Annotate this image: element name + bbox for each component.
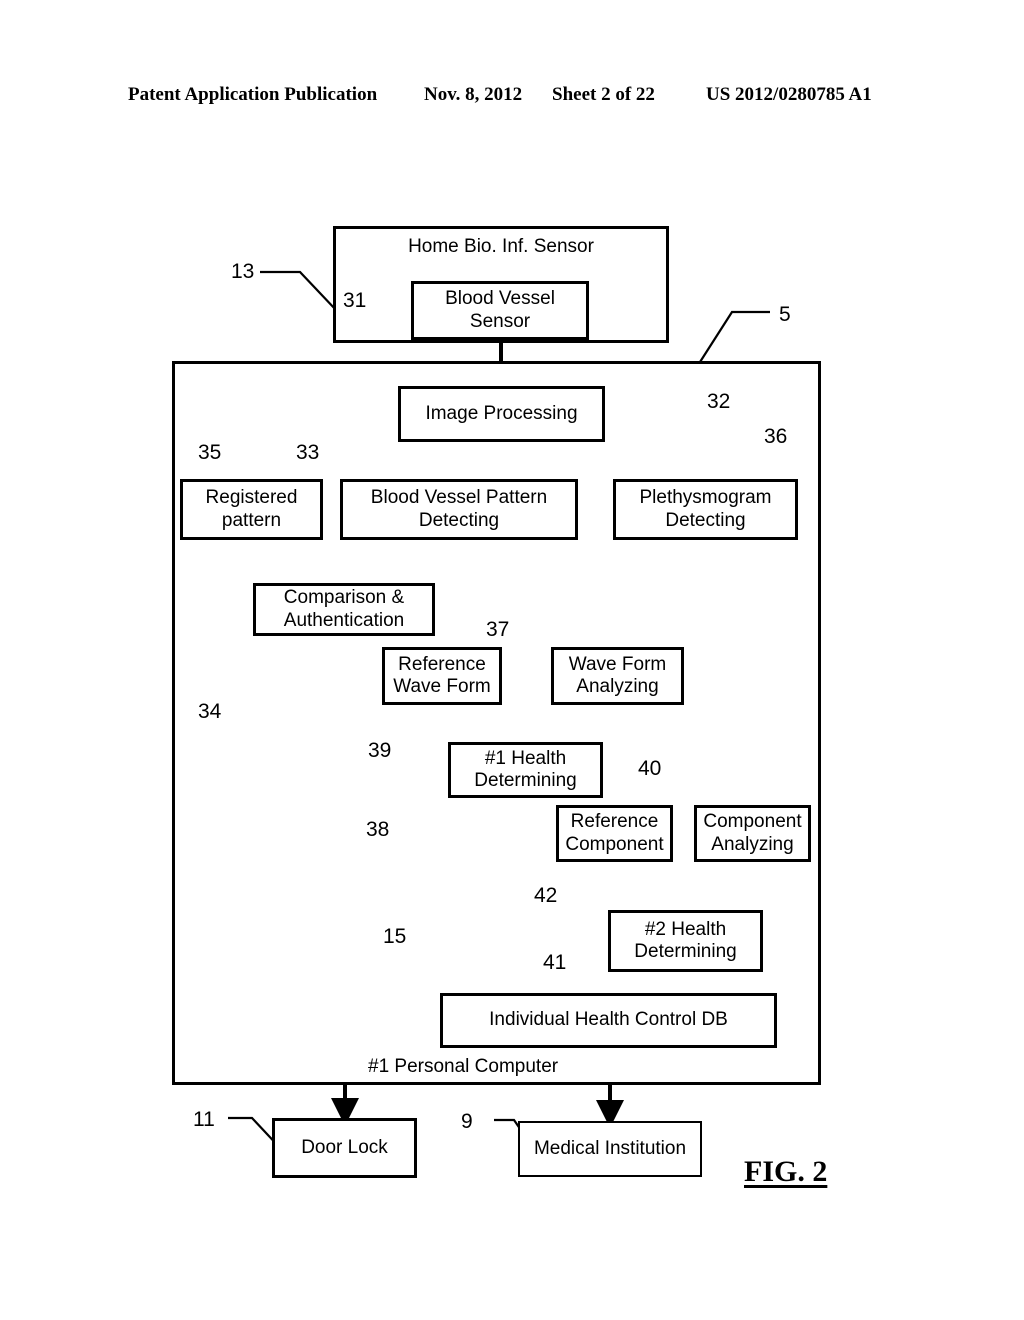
ref-numeral-37: 37 [486,618,510,641]
health-determining-1-label: #1 Health Determining [474,747,577,791]
health-determining-2-box[interactable]: #2 Health Determining [608,910,763,972]
personal-computer-box [172,361,821,1085]
ref-numeral-36: 36 [764,425,788,448]
image-processing-box[interactable]: Image Processing [398,386,605,442]
ref-numeral-38: 38 [366,818,390,841]
blood-vessel-sensor-label: Blood Vessel Sensor [445,288,555,332]
door-lock-box[interactable]: Door Lock [272,1118,417,1178]
ref-numeral-13: 13 [231,260,255,283]
reference-wave-form-box[interactable]: Reference Wave Form [382,647,502,705]
reference-component-box[interactable]: Reference Component [556,805,673,862]
health-determining-2-label: #2 Health Determining [634,918,737,962]
ref-numeral-39: 39 [368,739,392,762]
ref-numeral-40: 40 [638,757,662,780]
blood-vessel-pattern-detecting-label: Blood Vessel Pattern Detecting [370,487,548,531]
blood-vessel-sensor-box[interactable]: Blood Vessel Sensor [411,281,589,340]
ref-numeral-31: 31 [343,289,367,312]
wave-form-analyzing-label: Wave Form Analyzing [568,653,667,697]
ref-numeral-32: 32 [707,390,731,413]
medical-institution-label: Medical Institution [533,1137,687,1159]
registered-pattern-label: Registered pattern [205,487,298,531]
figure-2-diagram: Home Bio. Inf. Sensor Blood Vessel Senso… [0,0,1024,1320]
door-lock-label: Door Lock [301,1136,388,1158]
registered-pattern-box[interactable]: Registered pattern [180,479,323,540]
ref-numeral-9: 9 [461,1110,473,1133]
reference-wave-form-label: Reference Wave Form [393,653,491,697]
medical-institution-box[interactable]: Medical Institution [518,1121,702,1177]
ref-numeral-42: 42 [534,884,558,907]
home-bio-inf-sensor-title: Home Bio. Inf. Sensor [408,236,594,257]
reference-component-label: Reference Component [565,811,664,855]
wave-form-analyzing-box[interactable]: Wave Form Analyzing [551,647,684,705]
plethysmogram-detecting-box[interactable]: Plethysmogram Detecting [613,479,798,540]
ref-numeral-5: 5 [779,303,791,326]
personal-computer-title: #1 Personal Computer [368,1056,559,1077]
image-processing-label: Image Processing [425,402,578,424]
individual-health-control-db-box[interactable]: Individual Health Control DB [440,993,777,1048]
individual-health-control-db-label: Individual Health Control DB [489,1009,728,1031]
ref-numeral-11: 11 [193,1108,215,1131]
comparison-authentication-label: Comparison & Authentication [283,587,405,631]
ref-numeral-15: 15 [383,925,407,948]
component-analyzing-label: Component Analyzing [703,811,802,855]
ref-numeral-35: 35 [198,441,222,464]
ref-numeral-41: 41 [543,951,567,974]
comparison-authentication-box[interactable]: Comparison & Authentication [253,583,435,636]
figure-caption: FIG. 2 [744,1155,828,1188]
plethysmogram-detecting-label: Plethysmogram Detecting [639,487,772,531]
ref-numeral-34: 34 [198,700,222,723]
component-analyzing-box[interactable]: Component Analyzing [694,805,811,862]
ref-numeral-33: 33 [296,441,320,464]
blood-vessel-pattern-detecting-box[interactable]: Blood Vessel Pattern Detecting [340,479,578,540]
health-determining-1-box[interactable]: #1 Health Determining [448,742,603,798]
